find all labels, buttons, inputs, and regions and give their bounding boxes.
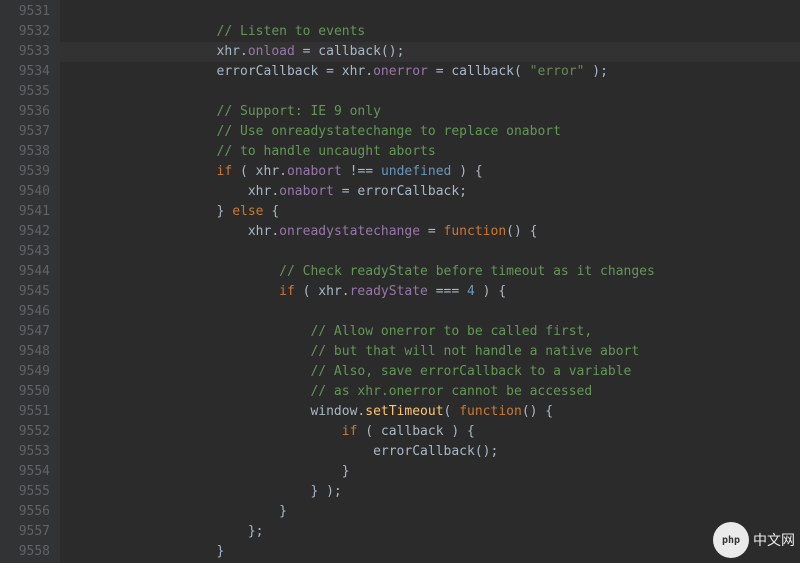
watermark: php 中文网 bbox=[713, 522, 795, 558]
code-editor: 9531953295339534953595369537953895399540… bbox=[0, 0, 800, 563]
line-number: 9547 bbox=[8, 322, 50, 342]
line-number: 9557 bbox=[8, 522, 50, 542]
line-number: 9532 bbox=[8, 22, 50, 42]
line-number: 9548 bbox=[8, 342, 50, 362]
code-line[interactable]: }; bbox=[60, 522, 800, 542]
code-line[interactable]: } bbox=[60, 542, 800, 562]
code-line[interactable]: errorCallback(); bbox=[60, 442, 800, 462]
code-line[interactable]: // to handle uncaught aborts bbox=[60, 142, 800, 162]
line-number: 9539 bbox=[8, 162, 50, 182]
line-number: 9531 bbox=[8, 2, 50, 22]
line-number: 9550 bbox=[8, 382, 50, 402]
line-number: 9541 bbox=[8, 202, 50, 222]
code-line[interactable]: window.setTimeout( function() { bbox=[60, 402, 800, 422]
code-line[interactable] bbox=[60, 2, 800, 22]
line-number: 9544 bbox=[8, 262, 50, 282]
line-number: 9536 bbox=[8, 102, 50, 122]
watermark-icon: php bbox=[713, 522, 749, 558]
code-line[interactable]: // Listen to events bbox=[60, 22, 800, 42]
code-line[interactable] bbox=[60, 242, 800, 262]
line-number: 9534 bbox=[8, 62, 50, 82]
code-line[interactable]: xhr.onreadystatechange = function() { bbox=[60, 222, 800, 242]
code-line[interactable] bbox=[60, 82, 800, 102]
line-number: 9549 bbox=[8, 362, 50, 382]
line-number: 9556 bbox=[8, 502, 50, 522]
line-number: 9554 bbox=[8, 462, 50, 482]
code-line[interactable]: errorCallback = xhr.onerror = callback( … bbox=[60, 62, 800, 82]
code-line[interactable] bbox=[60, 302, 800, 322]
code-line[interactable]: if ( xhr.readyState === 4 ) { bbox=[60, 282, 800, 302]
code-line[interactable]: } bbox=[60, 462, 800, 482]
line-number: 9533 bbox=[8, 42, 50, 62]
code-line[interactable]: if ( callback ) { bbox=[60, 422, 800, 442]
line-number: 9552 bbox=[8, 422, 50, 442]
code-line[interactable]: xhr.onabort = errorCallback; bbox=[60, 182, 800, 202]
code-line[interactable]: // Allow onerror to be called first, bbox=[60, 322, 800, 342]
code-line[interactable]: } bbox=[60, 502, 800, 522]
line-number: 9538 bbox=[8, 142, 50, 162]
watermark-text: 中文网 bbox=[753, 530, 795, 550]
code-content-area[interactable]: // Listen to events xhr.onload = callbac… bbox=[60, 0, 800, 563]
code-line[interactable]: // Also, save errorCallback to a variabl… bbox=[60, 362, 800, 382]
line-number: 9558 bbox=[8, 542, 50, 562]
line-number: 9537 bbox=[8, 122, 50, 142]
code-line[interactable]: } ); bbox=[60, 482, 800, 502]
code-line[interactable]: xhr.onload = callback(); bbox=[60, 42, 800, 62]
code-line[interactable]: // Support: IE 9 only bbox=[60, 102, 800, 122]
code-line[interactable]: // Use onreadystatechange to replace ona… bbox=[60, 122, 800, 142]
line-number: 9555 bbox=[8, 482, 50, 502]
code-line[interactable]: // but that will not handle a native abo… bbox=[60, 342, 800, 362]
line-number-gutter: 9531953295339534953595369537953895399540… bbox=[0, 0, 60, 563]
code-line[interactable]: if ( xhr.onabort !== undefined ) { bbox=[60, 162, 800, 182]
line-number: 9543 bbox=[8, 242, 50, 262]
code-line[interactable]: } else { bbox=[60, 202, 800, 222]
line-number: 9542 bbox=[8, 222, 50, 242]
code-line[interactable]: // Check readyState before timeout as it… bbox=[60, 262, 800, 282]
line-number: 9540 bbox=[8, 182, 50, 202]
line-number: 9546 bbox=[8, 302, 50, 322]
code-line[interactable]: // as xhr.onerror cannot be accessed bbox=[60, 382, 800, 402]
line-number: 9545 bbox=[8, 282, 50, 302]
line-number: 9553 bbox=[8, 442, 50, 462]
line-number: 9551 bbox=[8, 402, 50, 422]
line-number: 9535 bbox=[8, 82, 50, 102]
